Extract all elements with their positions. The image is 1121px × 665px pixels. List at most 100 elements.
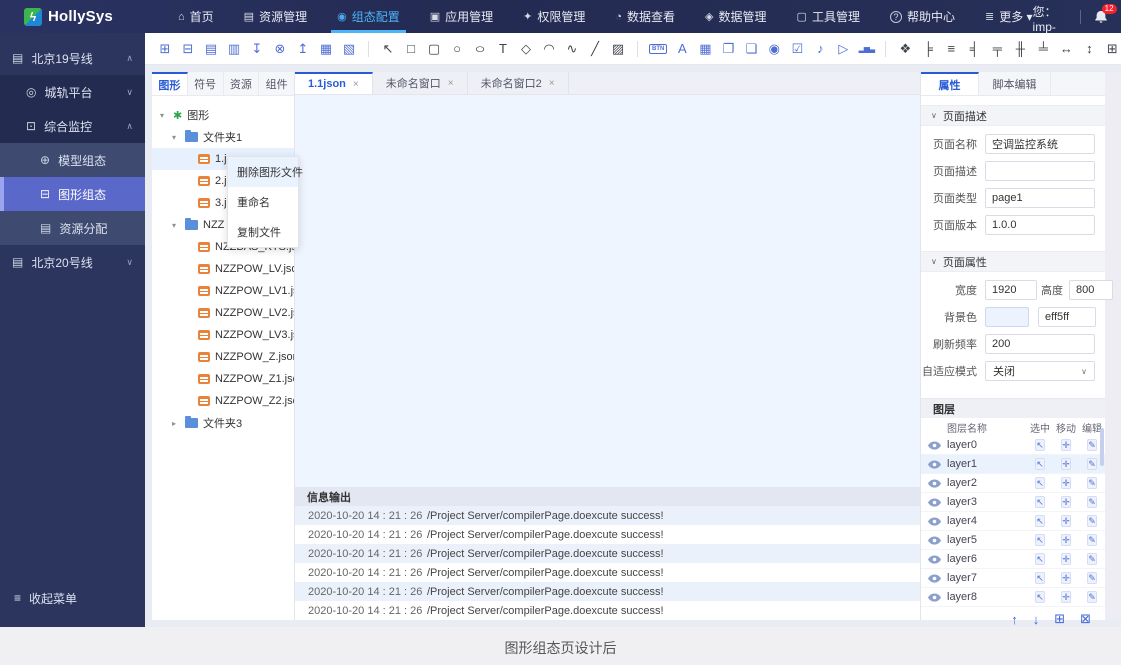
import-file-icon[interactable]: ▧ — [339, 39, 359, 59]
design-canvas[interactable] — [295, 95, 920, 487]
page-type-field[interactable] — [985, 188, 1095, 208]
sidebar-item-urban-rail-platform[interactable]: ◎ 城轨平台 ∨ — [0, 75, 145, 109]
sidebar-group-beijing19[interactable]: ▤ 北京19号线 ∧ — [0, 41, 145, 75]
copy-widget-icon[interactable]: ❏ — [741, 39, 761, 59]
tab-graphics[interactable]: 图形 — [152, 72, 188, 95]
visibility-eye-icon[interactable] — [921, 441, 947, 450]
nav-more[interactable]: ≣ 更多 ▾ — [985, 0, 1033, 33]
move-layer-button[interactable]: ✛ — [1061, 553, 1071, 565]
tab-components[interactable]: 组件 — [259, 72, 294, 95]
edit-layer-button[interactable]: ✎ — [1087, 591, 1097, 603]
page-name-field[interactable] — [985, 134, 1095, 154]
menu-delete-graphic-file[interactable]: 删除图形文件 — [228, 157, 298, 187]
edit-layer-button[interactable]: ✎ — [1087, 477, 1097, 489]
move-layer-button[interactable]: ✛ — [1061, 496, 1071, 508]
chart-widget-icon[interactable]: ▂▅▃ — [856, 39, 876, 59]
upload-cloud-icon[interactable]: ↥ — [293, 39, 313, 59]
select-layer-button[interactable]: ↖ — [1035, 496, 1045, 508]
nav-config[interactable]: ◉ 组态配置 — [337, 0, 400, 33]
edit-layer-button[interactable]: ✎ — [1087, 458, 1097, 470]
move-layer-button[interactable]: ✛ — [1061, 515, 1071, 527]
tree-file-nzzpow-lv2[interactable]: NZZPOW_LV2.json — [152, 302, 294, 324]
select-layer-button[interactable]: ↖ — [1035, 439, 1045, 451]
tab-resources[interactable]: 资源 — [224, 72, 260, 95]
distribute-v-icon[interactable]: ↕ — [1079, 39, 1099, 59]
visibility-eye-icon[interactable] — [921, 517, 947, 526]
move-layer-button[interactable]: ✛ — [1061, 477, 1071, 489]
height-field[interactable] — [1069, 280, 1113, 300]
section-page-attributes[interactable]: ∨ 页面属性 — [921, 251, 1105, 272]
checkbox-widget-icon[interactable]: ☑ — [787, 39, 807, 59]
textfield-widget-icon[interactable]: A — [672, 39, 692, 59]
sidebar-item-resource-alloc[interactable]: ▤ 资源分配 — [0, 211, 145, 245]
nav-data-view[interactable]: ◔ 数据查看 — [615, 0, 675, 33]
visibility-eye-icon[interactable] — [921, 460, 947, 469]
nav-home[interactable]: ⌂ 首页 — [178, 0, 214, 33]
align-top-icon[interactable]: ╤ — [987, 39, 1007, 59]
width-field[interactable] — [985, 280, 1037, 300]
align-right-icon[interactable]: ╡ — [964, 39, 984, 59]
rounded-rect-tool-icon[interactable]: ▢ — [424, 39, 444, 59]
bg-color-field[interactable] — [1038, 307, 1096, 327]
distribute-h-icon[interactable]: ↔ — [1056, 39, 1076, 59]
select-layer-button[interactable]: ↖ — [1035, 553, 1045, 565]
tree-file-nzzpow-z1[interactable]: NZZPOW_Z1.json — [152, 368, 294, 390]
edit-layer-button[interactable]: ✎ — [1087, 496, 1097, 508]
select-layer-button[interactable]: ↖ — [1035, 458, 1045, 470]
center-in-canvas-icon[interactable]: ⊞ — [1102, 39, 1121, 59]
visibility-eye-icon[interactable] — [921, 574, 947, 583]
move-layer-button[interactable]: ✛ — [1061, 458, 1071, 470]
sidebar-item-integrated-monitoring[interactable]: ⊡ 综合监控 ∧ — [0, 109, 145, 143]
cancel-icon[interactable]: ⊗ — [270, 39, 290, 59]
refresh-rate-field[interactable] — [985, 334, 1095, 354]
tree-file-nzzpow-lv3[interactable]: NZZPOW_LV3.json — [152, 324, 294, 346]
edit-layer-button[interactable]: ✎ — [1087, 572, 1097, 584]
line-tool-icon[interactable]: ╱ — [585, 39, 605, 59]
align-middle-icon[interactable]: ╫ — [1010, 39, 1030, 59]
move-layer-button[interactable]: ✛ — [1061, 572, 1071, 584]
download-icon[interactable]: ↧ — [247, 39, 267, 59]
polygon-tool-icon[interactable]: ◇ — [516, 39, 536, 59]
video-widget-icon[interactable]: ▷ — [833, 39, 853, 59]
caret-icon[interactable]: ▾ — [172, 221, 180, 230]
nav-app-mgmt[interactable]: ▣ 应用管理 — [430, 0, 493, 33]
select-layer-button[interactable]: ↖ — [1035, 591, 1045, 603]
edit-layer-button[interactable]: ✎ — [1087, 553, 1097, 565]
tree-file-nzzpow-lv[interactable]: NZZPOW_LV.json — [152, 258, 294, 280]
doc-tab-1-1json[interactable]: 1.1json × — [295, 72, 373, 94]
align-center-icon[interactable]: ≡ — [941, 39, 961, 59]
edit-layer-button[interactable]: ✎ — [1087, 534, 1097, 546]
tree-file-nzzpow-z[interactable]: NZZPOW_Z.json — [152, 346, 294, 368]
move-layer-button[interactable]: ✛ — [1061, 534, 1071, 546]
add-layer-button[interactable]: ⊞ — [1054, 611, 1065, 627]
bg-color-swatch[interactable] — [985, 307, 1029, 327]
section-page-description[interactable]: ∨ 页面描述 — [921, 105, 1105, 126]
caret-icon[interactable]: ▸ — [172, 419, 180, 428]
tree-root-graphics[interactable]: ▾ 图形 — [152, 104, 294, 126]
tree-file-nzzpow-z2[interactable]: NZZPOW_Z2.json — [152, 390, 294, 412]
export-file-icon[interactable]: ▥ — [224, 39, 244, 59]
arc-tool-icon[interactable]: ◠ — [539, 39, 559, 59]
image-tool-icon[interactable]: ▨ — [608, 39, 628, 59]
notification-bell-icon[interactable]: 12 — [1094, 10, 1108, 24]
delete-layer-button[interactable]: ⊠ — [1080, 611, 1091, 627]
menu-rename[interactable]: 重命名 — [228, 187, 298, 217]
page-desc-field[interactable] — [985, 161, 1095, 181]
add-file-icon[interactable]: ⊟ — [178, 39, 198, 59]
curve-tool-icon[interactable]: ∿ — [562, 39, 582, 59]
open-folder-icon[interactable]: ▤ — [201, 39, 221, 59]
ellipse-tool-icon[interactable]: ○ — [466, 39, 494, 59]
caret-icon[interactable]: ▾ — [172, 133, 180, 142]
add-graphic-file-icon[interactable]: ⊞ — [155, 39, 175, 59]
edit-layer-button[interactable]: ✎ — [1087, 515, 1097, 527]
select-layer-button[interactable]: ↖ — [1035, 515, 1045, 527]
tree-file-nzzpow-lv1[interactable]: NZZPOW_LV1.json — [152, 280, 294, 302]
tab-symbols[interactable]: 符号 — [188, 72, 224, 95]
visibility-eye-icon[interactable] — [921, 555, 947, 564]
cursor-tool-icon[interactable]: ↖ — [378, 39, 398, 59]
radio-widget-icon[interactable]: ◉ — [764, 39, 784, 59]
sidebar-group-beijing20[interactable]: ▤ 北京20号线 ∨ — [0, 245, 145, 279]
close-tab-icon[interactable]: × — [549, 78, 555, 89]
adaptive-mode-select[interactable]: 关闭 ∨ — [985, 361, 1095, 381]
nav-tool-mgmt[interactable]: ▢ 工具管理 — [797, 0, 860, 33]
